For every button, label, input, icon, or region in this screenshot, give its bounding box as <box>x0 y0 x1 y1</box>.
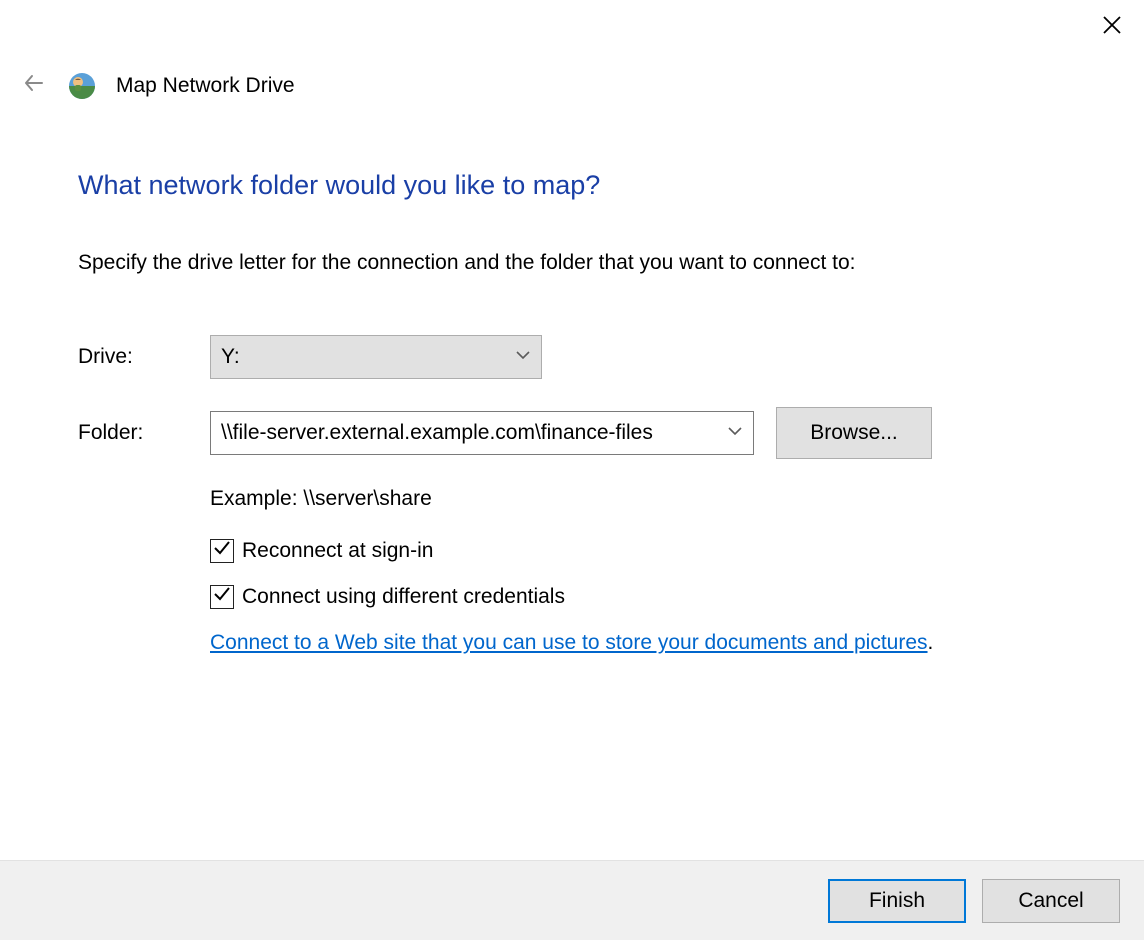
drive-label: Drive: <box>78 345 210 369</box>
close-button[interactable] <box>1098 14 1126 42</box>
drive-select[interactable]: Y: <box>210 335 542 379</box>
back-button[interactable] <box>20 72 48 100</box>
example-text: Example: \\server\share <box>210 487 1084 511</box>
cancel-button[interactable]: Cancel <box>982 879 1120 923</box>
folder-combobox[interactable] <box>210 411 754 455</box>
website-link-row: Connect to a Web site that you can use t… <box>210 631 1084 655</box>
map-network-drive-dialog: Map Network Drive What network folder wo… <box>0 0 1144 940</box>
chevron-down-icon <box>727 421 743 445</box>
network-drive-icon <box>66 70 98 102</box>
drive-select-value: Y: <box>221 345 240 369</box>
folder-label: Folder: <box>78 421 210 445</box>
dialog-header: Map Network Drive <box>20 70 1124 102</box>
folder-input[interactable] <box>211 412 753 454</box>
dialog-content: What network folder would you like to ma… <box>78 170 1084 676</box>
form-grid: Drive: Y: Folder: Browse... <box>78 335 1084 459</box>
connect-website-link[interactable]: Connect to a Web site that you can use t… <box>210 631 928 654</box>
instruction-text: Specify the drive letter for the connect… <box>78 251 1084 275</box>
checkmark-icon <box>213 585 231 609</box>
back-arrow-icon <box>22 71 46 101</box>
browse-button[interactable]: Browse... <box>776 407 932 459</box>
dialog-footer: Finish Cancel <box>0 860 1144 940</box>
main-heading: What network folder would you like to ma… <box>78 170 1084 201</box>
close-icon <box>1102 15 1122 41</box>
different-credentials-label: Connect using different credentials <box>242 585 565 609</box>
finish-button[interactable]: Finish <box>828 879 966 923</box>
reconnect-checkbox[interactable] <box>210 539 234 563</box>
checkmark-icon <box>213 539 231 563</box>
chevron-down-icon <box>515 345 531 369</box>
reconnect-label: Reconnect at sign-in <box>242 539 433 563</box>
different-credentials-checkbox[interactable] <box>210 585 234 609</box>
dialog-title: Map Network Drive <box>116 74 295 98</box>
